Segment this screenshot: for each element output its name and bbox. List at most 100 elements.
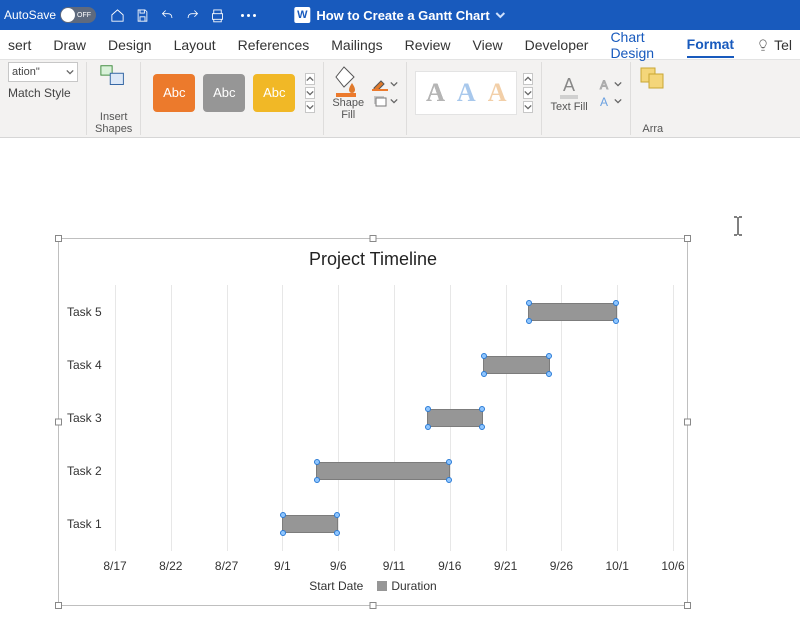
chart-selection-frame[interactable]: Project Timeline 8/178/228/279/19/69/119…: [58, 238, 688, 606]
home-icon[interactable]: [110, 8, 125, 23]
legend-entry-duration[interactable]: Duration: [377, 579, 436, 593]
bar[interactable]: [115, 409, 673, 427]
series-edit-handle[interactable]: [314, 459, 320, 465]
x-axis-tick: 10/6: [661, 559, 684, 573]
wordart-style-3[interactable]: A: [488, 78, 507, 108]
x-axis-tick: 9/16: [438, 559, 461, 573]
shape-effects-button[interactable]: [372, 94, 398, 108]
autosave-switch[interactable]: OFF: [60, 7, 96, 23]
resize-handle-se[interactable]: [684, 602, 691, 609]
resize-handle-w[interactable]: [55, 419, 62, 426]
x-axis-tick: 9/21: [494, 559, 517, 573]
bar-duration[interactable]: [282, 515, 338, 533]
tab-chart-design[interactable]: Chart Design: [610, 25, 664, 65]
svg-text:A: A: [563, 75, 575, 95]
redo-icon[interactable]: [185, 8, 200, 23]
gallery-scroll[interactable]: [303, 73, 315, 113]
series-edit-handle[interactable]: [546, 371, 552, 377]
svg-text:A: A: [600, 78, 608, 91]
wordart-gallery[interactable]: A A A: [415, 71, 517, 115]
chevron-down-icon: [390, 80, 398, 88]
effects-icon: [372, 94, 388, 108]
title-bar: AutoSave OFF W How to Create a Gantt Cha…: [0, 0, 800, 30]
shape-outline-button[interactable]: [372, 77, 398, 91]
chart-legend[interactable]: Start Date Duration: [63, 579, 683, 593]
wordart-style-2[interactable]: A: [457, 78, 476, 108]
autosave-toggle[interactable]: AutoSave OFF: [0, 7, 102, 23]
series-edit-handle[interactable]: [613, 300, 619, 306]
bar-duration[interactable]: [427, 409, 483, 427]
chart[interactable]: Project Timeline 8/178/228/279/19/69/119…: [63, 243, 683, 601]
group-shape-fill: Shape Fill: [324, 62, 407, 135]
tab-format[interactable]: Format: [687, 32, 734, 58]
shape-style-orange[interactable]: Abc: [153, 74, 195, 112]
tab-references[interactable]: References: [238, 33, 310, 57]
chart-title[interactable]: Project Timeline: [63, 249, 683, 270]
document-area[interactable]: Project Timeline 8/178/228/279/19/69/119…: [0, 138, 800, 632]
shape-style-gallery[interactable]: Abc Abc Abc: [149, 74, 299, 112]
series-edit-handle[interactable]: [446, 459, 452, 465]
series-edit-handle[interactable]: [334, 530, 340, 536]
series-edit-handle[interactable]: [479, 406, 485, 412]
wordart-style-1[interactable]: A: [426, 78, 445, 108]
series-edit-handle[interactable]: [481, 371, 487, 377]
series-edit-handle[interactable]: [280, 530, 286, 536]
tab-insert[interactable]: sert: [8, 33, 31, 57]
legend-entry-startdate[interactable]: Start Date: [309, 579, 363, 593]
shape-style-gray[interactable]: Abc: [203, 74, 245, 112]
chevron-down-icon: [524, 89, 532, 97]
print-icon[interactable]: [210, 8, 225, 23]
text-fill-icon[interactable]: A: [558, 73, 580, 101]
tab-developer[interactable]: Developer: [525, 33, 589, 57]
tab-draw[interactable]: Draw: [53, 33, 86, 57]
series-edit-handle[interactable]: [479, 424, 485, 430]
resize-handle-nw[interactable]: [55, 235, 62, 242]
group-arrange: Arra: [631, 62, 675, 135]
series-edit-handle[interactable]: [526, 318, 532, 324]
tab-mailings[interactable]: Mailings: [331, 33, 382, 57]
text-outline-button[interactable]: A: [596, 77, 622, 91]
bar-duration[interactable]: [483, 356, 550, 374]
ribbon-tabs: sert Draw Design Layout References Maili…: [0, 30, 800, 60]
series-edit-handle[interactable]: [314, 477, 320, 483]
document-title[interactable]: W How to Create a Gantt Chart: [294, 7, 505, 23]
bar-duration[interactable]: [528, 303, 617, 321]
more-styles-icon: [306, 103, 314, 111]
bar-duration[interactable]: [316, 462, 450, 480]
match-style[interactable]: Match Style: [8, 86, 71, 100]
tab-design[interactable]: Design: [108, 33, 152, 57]
chart-plot-area[interactable]: 8/178/228/279/19/69/119/169/219/2610/110…: [115, 285, 673, 551]
bar[interactable]: [115, 462, 673, 480]
series-edit-handle[interactable]: [446, 477, 452, 483]
undo-icon[interactable]: [160, 8, 175, 23]
group-text-fill: A Text Fill A A: [542, 62, 630, 135]
bar[interactable]: [115, 515, 673, 533]
resize-handle-e[interactable]: [684, 419, 691, 426]
save-icon[interactable]: [135, 8, 150, 23]
series-edit-handle[interactable]: [546, 353, 552, 359]
series-edit-handle[interactable]: [526, 300, 532, 306]
wordart-scroll[interactable]: [521, 73, 533, 113]
arrange-icon[interactable]: [639, 62, 667, 92]
resize-handle-sw[interactable]: [55, 602, 62, 609]
tab-view[interactable]: View: [473, 33, 503, 57]
series-edit-handle[interactable]: [425, 424, 431, 430]
resize-handle-n[interactable]: [370, 235, 377, 242]
series-edit-handle[interactable]: [334, 512, 340, 518]
tab-layout[interactable]: Layout: [174, 33, 216, 57]
selection-combo[interactable]: ation": [8, 62, 78, 82]
shape-fill-icon[interactable]: [334, 65, 362, 97]
resize-handle-s[interactable]: [370, 602, 377, 609]
resize-handle-ne[interactable]: [684, 235, 691, 242]
text-effects-button[interactable]: A: [596, 94, 622, 108]
y-axis-category: Task 5: [67, 305, 102, 319]
tab-review[interactable]: Review: [405, 33, 451, 57]
more-icon[interactable]: [241, 14, 256, 17]
tell-me[interactable]: Tel: [756, 37, 792, 53]
bar[interactable]: [115, 356, 673, 374]
chevron-up-icon: [306, 75, 314, 83]
insert-shapes-icon[interactable]: [99, 62, 129, 92]
bar[interactable]: [115, 303, 673, 321]
shape-style-gold[interactable]: Abc: [253, 74, 295, 112]
series-edit-handle[interactable]: [613, 318, 619, 324]
